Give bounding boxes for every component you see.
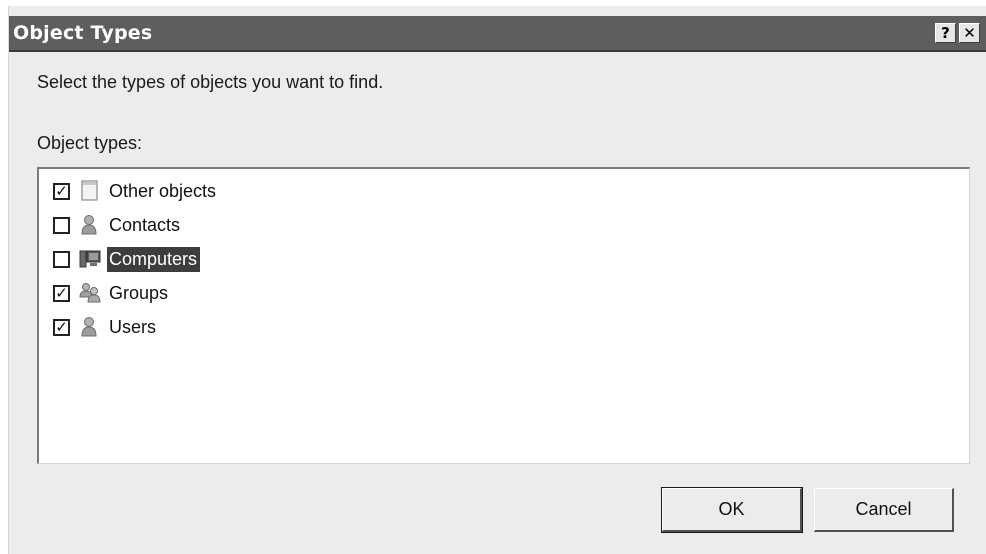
instruction-text: Select the types of objects you want to …	[37, 72, 384, 92]
cancel-button[interactable]: Cancel	[814, 488, 954, 532]
list-item-groups[interactable]: ✓ Groups	[53, 281, 453, 311]
list-item-other-objects[interactable]: ✓ Other objects	[53, 179, 453, 209]
object-types-label: Object types:	[37, 133, 143, 153]
item-label-selected: Computers	[107, 247, 201, 272]
help-button[interactable]: ?	[935, 23, 956, 43]
list-item-users[interactable]: ✓ Users	[53, 315, 453, 345]
user-person-icon	[79, 316, 101, 338]
checkbox[interactable]	[53, 217, 70, 234]
checkbox[interactable]: ✓	[53, 285, 70, 302]
blank-document-icon	[79, 180, 101, 202]
checkbox[interactable]: ✓	[53, 183, 70, 200]
checkbox[interactable]: ✓	[53, 319, 70, 336]
item-label: Users	[109, 317, 157, 337]
list-item-contacts[interactable]: Contacts	[53, 213, 453, 243]
item-label: Contacts	[109, 215, 181, 235]
group-people-icon	[79, 282, 101, 304]
ok-button[interactable]: OK	[661, 487, 803, 533]
item-label: Groups	[109, 283, 169, 303]
object-types-dialog: Object Types ? ✕ Select the types of obj…	[8, 6, 986, 554]
contact-person-icon	[79, 214, 101, 236]
item-label: Other objects	[109, 181, 217, 201]
close-button[interactable]: ✕	[959, 23, 980, 43]
list-item-computers[interactable]: Computers	[53, 247, 453, 277]
computer-icon	[79, 248, 101, 270]
checkbox[interactable]	[53, 251, 70, 268]
object-types-list[interactable]: ✓ Other objects Contacts Computers ✓ Gro…	[37, 167, 970, 464]
dialog-title: Object Types	[13, 22, 153, 44]
title-bar[interactable]: Object Types ? ✕	[9, 16, 986, 52]
